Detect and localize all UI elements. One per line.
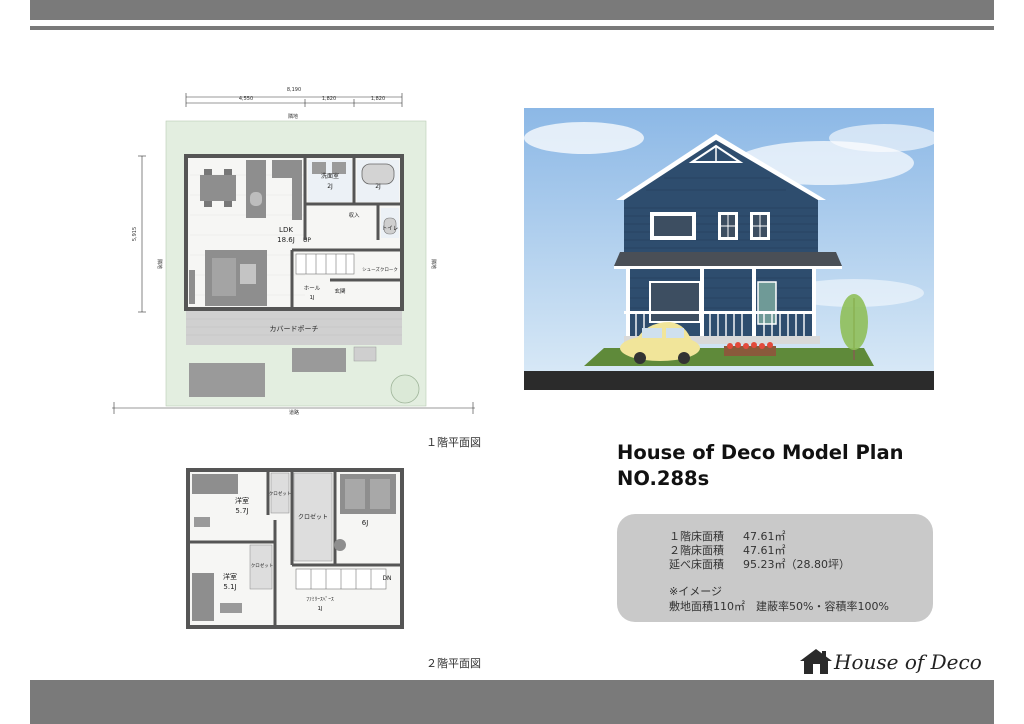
western-room-a-size: 5.7J bbox=[235, 507, 248, 515]
spec-box: １階床面積 47.61㎡ ２階床面積 47.61㎡ 延べ床面積 95.23㎡（28.8… bbox=[617, 514, 933, 622]
house-of-deco-logo: House of Deco bbox=[796, 644, 982, 680]
toilet-label: トイレ bbox=[382, 226, 399, 232]
plan-title: House of Deco Model Plan NO.288s bbox=[617, 440, 904, 492]
house-icon bbox=[800, 649, 832, 674]
logo-text: House of Deco bbox=[834, 650, 982, 674]
spec-value: 95.23㎡（28.80坪） bbox=[743, 558, 850, 571]
hall-label: ホール bbox=[304, 285, 321, 292]
western-room-b-label: 洋室 bbox=[223, 572, 237, 581]
washroom-label: 洗面室 bbox=[321, 172, 339, 180]
footer-bar bbox=[30, 680, 994, 724]
ldk-size: 18.6J bbox=[277, 236, 295, 244]
dim-segment-3: 1,820 bbox=[371, 96, 385, 102]
exterior-rendering bbox=[524, 108, 939, 390]
neighbor-top-label: 隣地 bbox=[288, 113, 298, 120]
closet-c-label: クロゼット bbox=[251, 562, 274, 569]
closet-b-label: クロゼット bbox=[298, 513, 328, 521]
dim-segment-2: 1,820 bbox=[322, 96, 336, 102]
spec-label: 延べ床面積 bbox=[669, 558, 724, 571]
stair-up-label: UP bbox=[303, 237, 311, 244]
entrance-label: 玄関 bbox=[334, 287, 346, 295]
dim-depth: 5,915 bbox=[132, 227, 138, 241]
plan-number: NO.288s bbox=[617, 467, 710, 490]
road-label: 道路 bbox=[289, 409, 299, 416]
storage-label: 収入 bbox=[348, 212, 360, 219]
neighbor-left-label: 隣地 bbox=[156, 259, 163, 269]
second-floor-plan: 洋室 5.7J クロゼット クロゼット 6J 洋室 5.1J クロゼット DN … bbox=[180, 465, 410, 630]
room-6j-label: 6J bbox=[362, 519, 369, 527]
dim-segment-1: 4,550 bbox=[239, 96, 253, 102]
image-note: ※イメージ bbox=[669, 585, 722, 598]
neighbor-right-label: 隣地 bbox=[430, 259, 437, 269]
western-room-b-size: 5.1J bbox=[223, 583, 236, 591]
hall-size: 1J bbox=[309, 295, 314, 301]
spec-row-total: 延べ床面積 95.23㎡（28.80坪） bbox=[669, 556, 850, 572]
bath-size: 2J bbox=[375, 183, 381, 190]
family-space-label: ﾌｧﾐﾘｰｽﾍﾟｰｽ bbox=[306, 596, 334, 603]
western-room-a-label: 洋室 bbox=[235, 496, 249, 505]
closet-a-label: クロゼット bbox=[269, 490, 292, 497]
first-floor-caption: １階平面図 bbox=[426, 436, 481, 449]
family-space-size: 1J bbox=[317, 606, 322, 612]
second-floor-caption: ２階平面図 bbox=[426, 657, 481, 670]
header-rule bbox=[30, 26, 994, 30]
first-floor-plan: 8,190 4,550 1,820 1,820 5,915 隣地 隣地 隣地 道… bbox=[100, 80, 490, 425]
plan-title-line1: House of Deco Model Plan bbox=[617, 441, 904, 464]
washroom-size: 2J bbox=[327, 183, 333, 190]
site-ratio-note: 敷地面積110㎡ 建蔽率50%・容積率100% bbox=[669, 600, 889, 613]
dim-total: 8,190 bbox=[287, 87, 301, 93]
shoes-cloak-label: シューズクローク bbox=[362, 266, 398, 273]
porch-label: カバードポーチ bbox=[270, 325, 319, 333]
header-bar bbox=[30, 0, 994, 20]
ldk-label: LDK bbox=[279, 226, 293, 234]
stair-down-label: DN bbox=[382, 575, 391, 582]
